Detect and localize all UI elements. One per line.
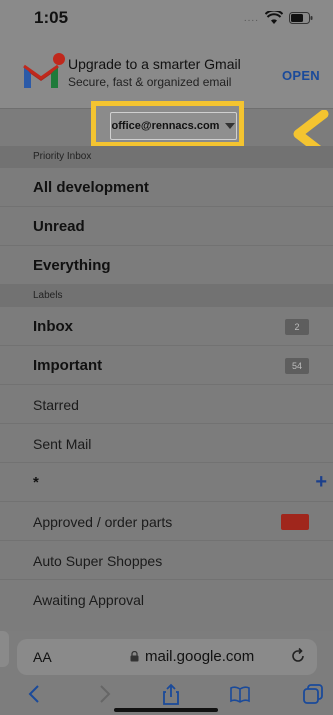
drawer-item-unread[interactable]: Unread — [0, 207, 333, 246]
notification-dot — [53, 53, 65, 65]
drawer-item-label: Auto Super Shoppes — [33, 553, 163, 569]
drawer-item-important[interactable]: Important 54 — [0, 346, 333, 385]
drawer-item-star-label[interactable]: * + — [0, 463, 333, 502]
status-bar: 1:05 .... — [0, 0, 333, 44]
tabs-icon[interactable] — [302, 683, 324, 705]
drawer-item-inbox[interactable]: Inbox 2 — [0, 307, 333, 346]
banner-title: Upgrade to a smarter Gmail — [68, 56, 241, 72]
labels-header: Labels — [0, 285, 333, 307]
forward-arrow-icon[interactable] — [93, 683, 115, 705]
previous-tab-edge — [0, 631, 9, 667]
drawer-item-everything[interactable]: Everything — [0, 246, 333, 285]
unread-count-badge: 54 — [285, 358, 309, 374]
drawer-item-label: Awaiting Approval — [33, 592, 145, 608]
wifi-icon — [265, 11, 283, 24]
signal-icon: .... — [243, 12, 259, 24]
account-email: office@rennacs.com — [111, 120, 220, 132]
reload-icon[interactable] — [289, 647, 307, 665]
url-text: mail.google.com — [145, 648, 255, 665]
drawer-item-label: Starred — [33, 397, 79, 413]
label-color-swatch — [281, 514, 309, 530]
drawer-item-starred[interactable]: Starred — [0, 385, 333, 424]
drawer-item-label: Approved / order parts — [33, 514, 173, 530]
upgrade-banner[interactable]: Upgrade to a smarter Gmail Secure, fast … — [0, 44, 333, 108]
drawer-item-label: All development — [33, 179, 149, 196]
drawer-item-auto-super-shoppes[interactable]: Auto Super Shoppes — [0, 541, 333, 580]
address-bar[interactable]: AA mail.google.com — [17, 639, 317, 675]
drawer-item-label: Everything — [33, 257, 111, 274]
url-display: mail.google.com — [130, 648, 254, 665]
drawer-item-label: Unread — [33, 218, 85, 235]
status-time: 1:05 — [34, 8, 69, 27]
back-arrow-icon[interactable] — [24, 683, 46, 705]
banner-subtitle: Secure, fast & organized email — [68, 75, 232, 89]
add-label-icon[interactable]: + — [315, 471, 327, 494]
home-indicator[interactable] — [114, 708, 218, 712]
drawer-item-label: Inbox — [33, 318, 73, 335]
drawer-item-awaiting-approval[interactable]: Awaiting Approval — [0, 580, 333, 619]
drawer-item-sent-mail[interactable]: Sent Mail — [0, 424, 333, 463]
lock-icon — [130, 651, 139, 662]
chevron-down-icon — [225, 123, 236, 129]
share-icon[interactable] — [160, 683, 182, 705]
unread-count-badge: 2 — [285, 319, 309, 335]
priority-inbox-header: Priority Inbox — [0, 146, 333, 168]
bookmarks-icon[interactable] — [229, 683, 251, 705]
reader-settings-button[interactable]: AA — [33, 649, 52, 665]
drawer-item-label: * — [33, 474, 39, 491]
drawer-item-label: Important — [33, 357, 103, 374]
drawer-item-all-development[interactable]: All development — [0, 168, 333, 207]
status-icons: .... — [244, 11, 313, 25]
drawer-item-label: Sent Mail — [33, 436, 92, 452]
account-switcher-dropdown[interactable]: office@rennacs.com — [110, 112, 237, 140]
drawer-item-approved-order-parts[interactable]: Approved / order parts — [0, 502, 333, 541]
battery-icon — [289, 12, 313, 24]
open-app-button[interactable]: OPEN — [282, 68, 320, 83]
